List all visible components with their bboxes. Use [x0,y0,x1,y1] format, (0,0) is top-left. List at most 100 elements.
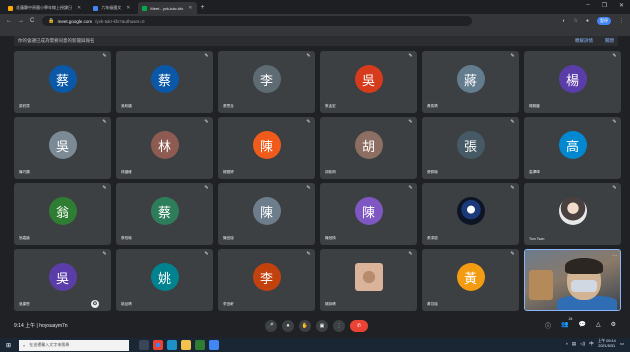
present-button[interactable]: ▣ [316,320,328,332]
participant-tile[interactable]: ✎ 楊楊雅媛 [524,51,621,113]
participant-tile[interactable]: ✎ 陳楊寶婷 [218,117,315,179]
chat-icon[interactable]: 💬 [579,321,586,330]
browser-tab-2[interactable]: 六年級國文 ✕ [89,2,134,14]
browser-tab-1[interactable]: 花蓮縣中原國小學年線上授課日 ✕ [4,2,85,14]
url-input[interactable]: 🔒 meet.google.com/yxk-tukr-kfx?authuser=… [42,16,473,26]
participant-tile[interactable]: ✎ 蔡吳昕穎 [116,51,213,113]
people-glyph: 👥 [561,322,569,328]
participant-tile[interactable]: ✎ 姚姚品晴 [116,249,213,311]
end-call-button[interactable]: ✆ [350,320,368,332]
dismiss-link[interactable]: 關閉 [605,38,614,44]
search-placeholder: 在這裡輸入文字來搜尋 [29,342,70,347]
paused-button[interactable]: 暫停 [597,17,611,25]
participant-avatar: 翁 [48,197,77,225]
more-options-button[interactable]: ⋮ [333,320,345,332]
minimize-icon[interactable]: – [586,2,589,9]
participant-tile[interactable]: ✎ 李張思含 [218,51,315,113]
self-video [525,250,620,310]
participant-tile[interactable]: ✎ 吳吳婕恩 ✪ [14,249,111,311]
participant-name: 陳宜瑄 [223,236,234,240]
notifications-icon[interactable]: ▭ [620,341,624,347]
taskbar-search-input[interactable]: ⌕ 在這裡輸入文字來搜尋 [19,339,130,351]
close-icon[interactable]: ✕ [188,5,192,11]
tray-clock[interactable]: 上午 09:14 2021/5/31 [598,339,616,349]
volume-icon[interactable]: ◁) [580,341,585,347]
reload-icon[interactable]: C [30,18,34,24]
participant-name: 楊詠晴 [325,302,336,306]
mic-muted-icon: ✎ [204,119,209,125]
participant-avatar: 吳 [354,65,383,93]
participant-avatar: 黃 [456,263,485,291]
banner-text: 你的會議已成為需要同意的新聞與報名 [18,38,95,43]
pin-icon[interactable]: ✪ [91,300,99,308]
profile-icon[interactable]: ● [586,18,589,24]
participant-tile[interactable]: ✎ 蔡梁鈞賢 [14,51,111,113]
background-object [529,270,553,300]
participant-tile[interactable]: ✎ 黃黃苡瑄 [422,249,519,311]
participant-tile[interactable]: ✎ 高高澤瑋 [524,117,621,179]
new-tab-button[interactable]: + [201,2,205,14]
extension-icon[interactable]: ◐ [562,18,565,24]
side-panel-controls: ⓘ 👥 24 💬 △ ⚙ [545,317,616,330]
participant-tile[interactable]: ✎ 翁翁嘉諭 [14,183,111,245]
meeting-toolbar: 9:14 上午 | hoysuaym7n 🎤 ⏺ ✋ ▣ ⋮ ✆ ⓘ 👥 24 💬… [0,315,630,338]
tray-chevron-icon[interactable]: ^ [566,342,568,347]
window-controls: – ❐ ✕ [586,2,624,9]
participant-tile[interactable]: ✎ 吳蔡孟宏 [320,51,417,113]
participant-avatar: 陳 [252,131,281,159]
participant-tile[interactable]: ✎ 張張佩瑜 [422,117,519,179]
learn-more-link[interactable]: 瞭解詳情 [575,38,593,44]
participant-name: 黃奕晴 [427,104,438,108]
close-icon[interactable]: ✕ [77,5,81,11]
activities-icon[interactable]: △ [596,321,601,330]
settings-icon[interactable]: ⚙ [611,321,616,330]
camera-button[interactable]: ⏺ [282,320,294,332]
participant-name: Tom Tsan [529,237,545,241]
app-icon[interactable] [209,340,220,350]
participant-name: 黃苡瑄 [427,302,438,306]
participant-tile[interactable]: ✎ 陳陳宜瑄 [218,183,315,245]
file-explorer-icon[interactable] [181,340,192,350]
participant-tile[interactable]: ✎ 楊詠晴 [320,249,417,311]
participant-tile[interactable]: ✎ 林林國峰 [116,117,213,179]
participant-avatar: 姚 [150,263,179,291]
forward-icon[interactable]: → [18,18,24,24]
windows-start-icon[interactable]: ⊞ [6,342,11,349]
participant-tile[interactable]: ✎ 李李宜軒 [218,249,315,311]
mic-muted-icon: ✎ [408,251,413,257]
language-indicator[interactable]: 中 [589,341,594,347]
tab-label: 六年級國文 [101,5,122,10]
participant-tile[interactable]: ✎ Tom Tsan [524,183,621,245]
participant-tile[interactable]: ✎ 蔣黃奕晴 [422,51,519,113]
store-icon[interactable] [195,340,206,350]
chrome-icon[interactable] [153,340,164,350]
participant-name: 楊寶婷 [223,170,234,174]
tile-menu-icon[interactable]: ⋯ [612,253,617,259]
participant-name: 張淳語 [427,236,438,240]
participant-tile[interactable]: ✎ 胡胡祐明 [320,117,417,179]
people-icon[interactable]: 👥 24 [561,317,572,330]
participant-avatar: 吳 [48,263,77,291]
participant-tile[interactable]: ✎ 陳陳冠錡 [320,183,417,245]
back-icon[interactable]: ← [6,18,12,24]
participant-avatar: 蔡 [150,65,179,93]
task-view-icon[interactable] [139,340,150,350]
close-window-icon[interactable]: ✕ [619,2,624,9]
people-count: 24 [568,317,573,321]
browser-tab-3[interactable]: Meet - yxk-tukr-kfx ✕ [138,2,197,14]
participant-tile[interactable]: ✎ 吳陳巧嫻 [14,117,111,179]
mic-muted-icon: ✎ [510,53,515,59]
self-view-tile[interactable]: ⋯ [524,249,621,311]
participant-tile[interactable]: ✎ 蔡蔡柏瑜 [116,183,213,245]
menu-icon[interactable]: ⋮ [619,18,624,24]
maximize-icon[interactable]: ❐ [602,2,607,9]
info-icon[interactable]: ⓘ [545,321,551,330]
network-icon[interactable]: ▤ [572,341,576,347]
mic-muted-icon: ✎ [408,119,413,125]
star-icon[interactable]: ☆ [573,18,577,24]
participant-tile[interactable]: ✎ 張淳語 [422,183,519,245]
close-icon[interactable]: ✕ [126,5,130,11]
edge-icon[interactable] [167,340,178,350]
mic-button[interactable]: 🎤 [265,320,277,332]
raise-hand-button[interactable]: ✋ [299,320,311,332]
